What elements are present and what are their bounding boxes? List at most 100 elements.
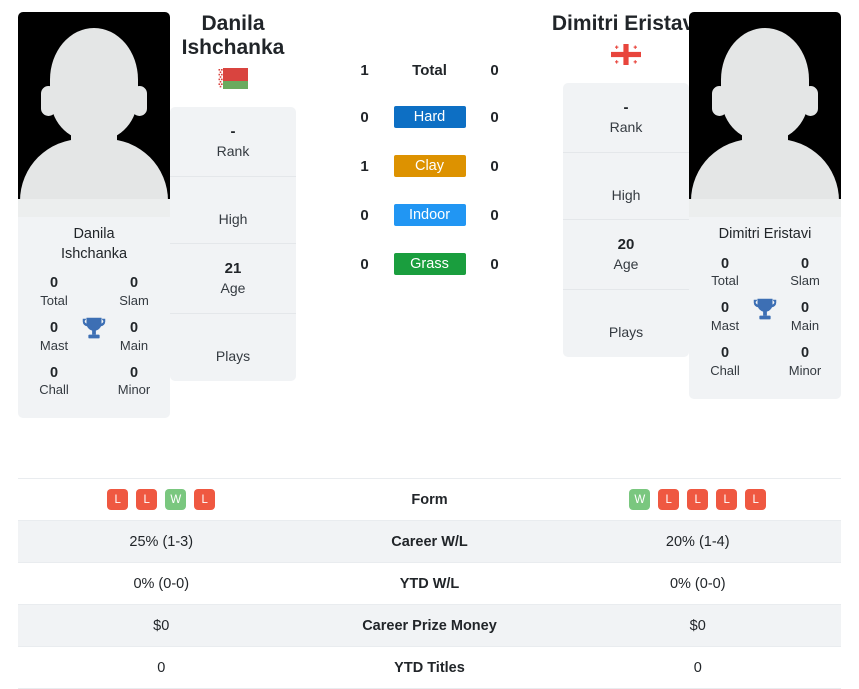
right-titles-mast-label: Mast [710,318,740,334]
h2h-left-score: 1 [360,62,369,79]
right-info-high: High [563,153,689,221]
left-info-age: 21 Age [170,244,296,315]
left-titles-total-value: 0 [49,275,59,292]
form-badge-loss[interactable]: L [136,489,158,510]
right-titles-minor: 0 Minor [779,344,831,380]
form-badge-loss[interactable]: L [716,489,738,510]
left-player-name-line2: Ishchanka [181,36,285,60]
right-info-age: 20 Age [563,220,689,290]
left-player-photo-card[interactable]: Danila Ishchanka 0 Total 0 Slam 0 Mast 0… [18,12,170,419]
form-badge-win[interactable]: W [165,489,187,510]
h2h-row: 1 Clay 0 [296,155,563,177]
table-row-ytd-titles: 0 YTD Titles 0 [18,647,841,689]
right-player-photo [689,12,841,217]
left-titles-chall-value: 0 [49,364,59,381]
left-titles-chall-label: Chall [39,382,69,398]
trophy-icon [82,317,106,339]
avatar-ear-right-icon [803,86,818,116]
left-form-cell: LLWL [18,489,305,510]
form-badge-loss[interactable]: L [658,489,680,510]
left-info-high: High [170,177,296,245]
right-ytd-wl: 0% (0-0) [669,575,726,592]
georgia-flag-icon [611,44,641,66]
left-titles-mast: 0 Mast [28,319,80,355]
left-player-info-column: Danila Ishchanka - Rank High 21 Age Play… [170,12,296,381]
left-titles-mast-value: 0 [49,319,59,336]
left-titles-mast-label: Mast [39,337,69,353]
h2h-surface-cell: Total [388,62,472,79]
left-info-age-label: Age [220,280,246,297]
left-player-photo-caption: Danila Ishchanka [18,217,170,274]
surface-badge-grass[interactable]: Grass [393,253,466,275]
table-row-career-prize-money: $0 Career Prize Money $0 [18,605,841,647]
left-player-photo [18,12,170,217]
form-badge-loss[interactable]: L [745,489,767,510]
right-player-info-card: - Rank High 20 Age Plays [563,83,689,357]
form-badge-win[interactable]: W [629,489,651,510]
right-titles-chall-label: Chall [710,362,740,378]
right-info-high-value [569,167,683,186]
surface-badge-clay[interactable]: Clay [393,155,466,177]
left-titles-total-label: Total [40,292,68,308]
h2h-row: 0 Grass 0 [296,253,563,275]
h2h-right-score: 0 [490,255,499,273]
surface-badge-hard[interactable]: Hard [393,106,466,128]
left-info-plays-label: Plays [215,348,251,365]
row-label-career-wl: Career W/L [391,533,468,550]
right-player-photo-caption: Dimitri Eristavi [718,226,812,242]
left-info-age-value: 21 [224,260,242,278]
left-titles-main-value: 0 [129,319,139,336]
player-comparison-page: Danila Ishchanka 0 Total 0 Slam 0 Mast 0… [0,0,859,689]
right-titles-chall: 0 Chall [699,344,751,380]
h2h-surface-label: Total [412,62,447,79]
right-player-photo-card[interactable]: Dimitri Eristavi 0 Total 0 Slam 0 Mast 0… [689,12,841,399]
form-badge-loss[interactable]: L [107,489,129,510]
h2h-row: 0 Hard 0 [296,106,563,128]
row-label-career-prize-money: Career Prize Money [362,617,497,634]
comparison-header: Danila Ishchanka 0 Total 0 Slam 0 Mast 0… [0,0,859,470]
right-info-rank-label: Rank [609,119,643,136]
avatar-ear-left-icon [712,86,727,116]
right-titles-mast: 0 Mast [699,299,751,335]
h2h-surface-cell: Grass [388,253,472,275]
left-info-plays-value [176,328,290,347]
surface-badge-indoor[interactable]: Indoor [393,204,466,226]
right-info-plays: Plays [563,290,689,357]
right-titles-row-3: 0 Chall 0 Minor [689,344,841,380]
right-titles-total-label: Total [711,273,739,289]
h2h-left-score: 0 [360,108,369,126]
left-info-plays: Plays [170,314,296,381]
table-row-ytd-wl: 0% (0-0) YTD W/L 0% (0-0) [18,563,841,605]
h2h-right-score: 0 [490,62,499,79]
form-badge-loss[interactable]: L [194,489,216,510]
right-player-name: Dimitri Eristavi [551,12,701,35]
row-label-ytd-titles: YTD Titles [394,659,465,676]
right-form-badges: WLLLL [629,489,767,510]
left-titles-minor-value: 0 [129,364,139,381]
trophy-icon [753,298,777,319]
right-player-info-column: Dimitri Eristavi - Rank High 20 Age Play… [552,12,700,357]
form-badge-loss[interactable]: L [687,489,709,510]
avatar-ear-right-icon [132,86,147,116]
h2h-right-score: 0 [490,157,499,175]
left-form-badges: LLWL [107,489,216,510]
left-photo-caption-line1: Danila [73,226,115,242]
right-titles-total: 0 Total [699,255,751,291]
right-titles-slam-label: Slam [790,273,820,289]
left-titles-slam-value: 0 [129,275,139,292]
head-to-head-column: 1 Total 0 0 Hard 0 1 Clay 0 0 Indoor 0 0… [296,12,563,302]
h2h-left-score: 1 [360,157,369,175]
h2h-left-score: 0 [360,255,369,273]
h2h-surface-cell: Indoor [388,204,472,226]
left-career-wl: 25% (1-3) [129,533,194,550]
right-titles-minor-value: 0 [800,345,810,362]
left-titles-total: 0 Total [28,274,80,310]
left-titles-row-1: 0 Total 0 Slam [18,274,170,310]
left-titles-minor-label: Minor [117,382,151,398]
left-titles-row-3: 0 Chall 0 Minor [18,364,170,400]
right-info-age-label: Age [613,256,639,273]
right-titles-row-1: 0 Total 0 Slam [689,255,841,291]
table-row-form: LLWL Form WLLLL [18,479,841,521]
photo-fade [689,199,841,217]
right-info-age-value: 20 [617,236,635,254]
